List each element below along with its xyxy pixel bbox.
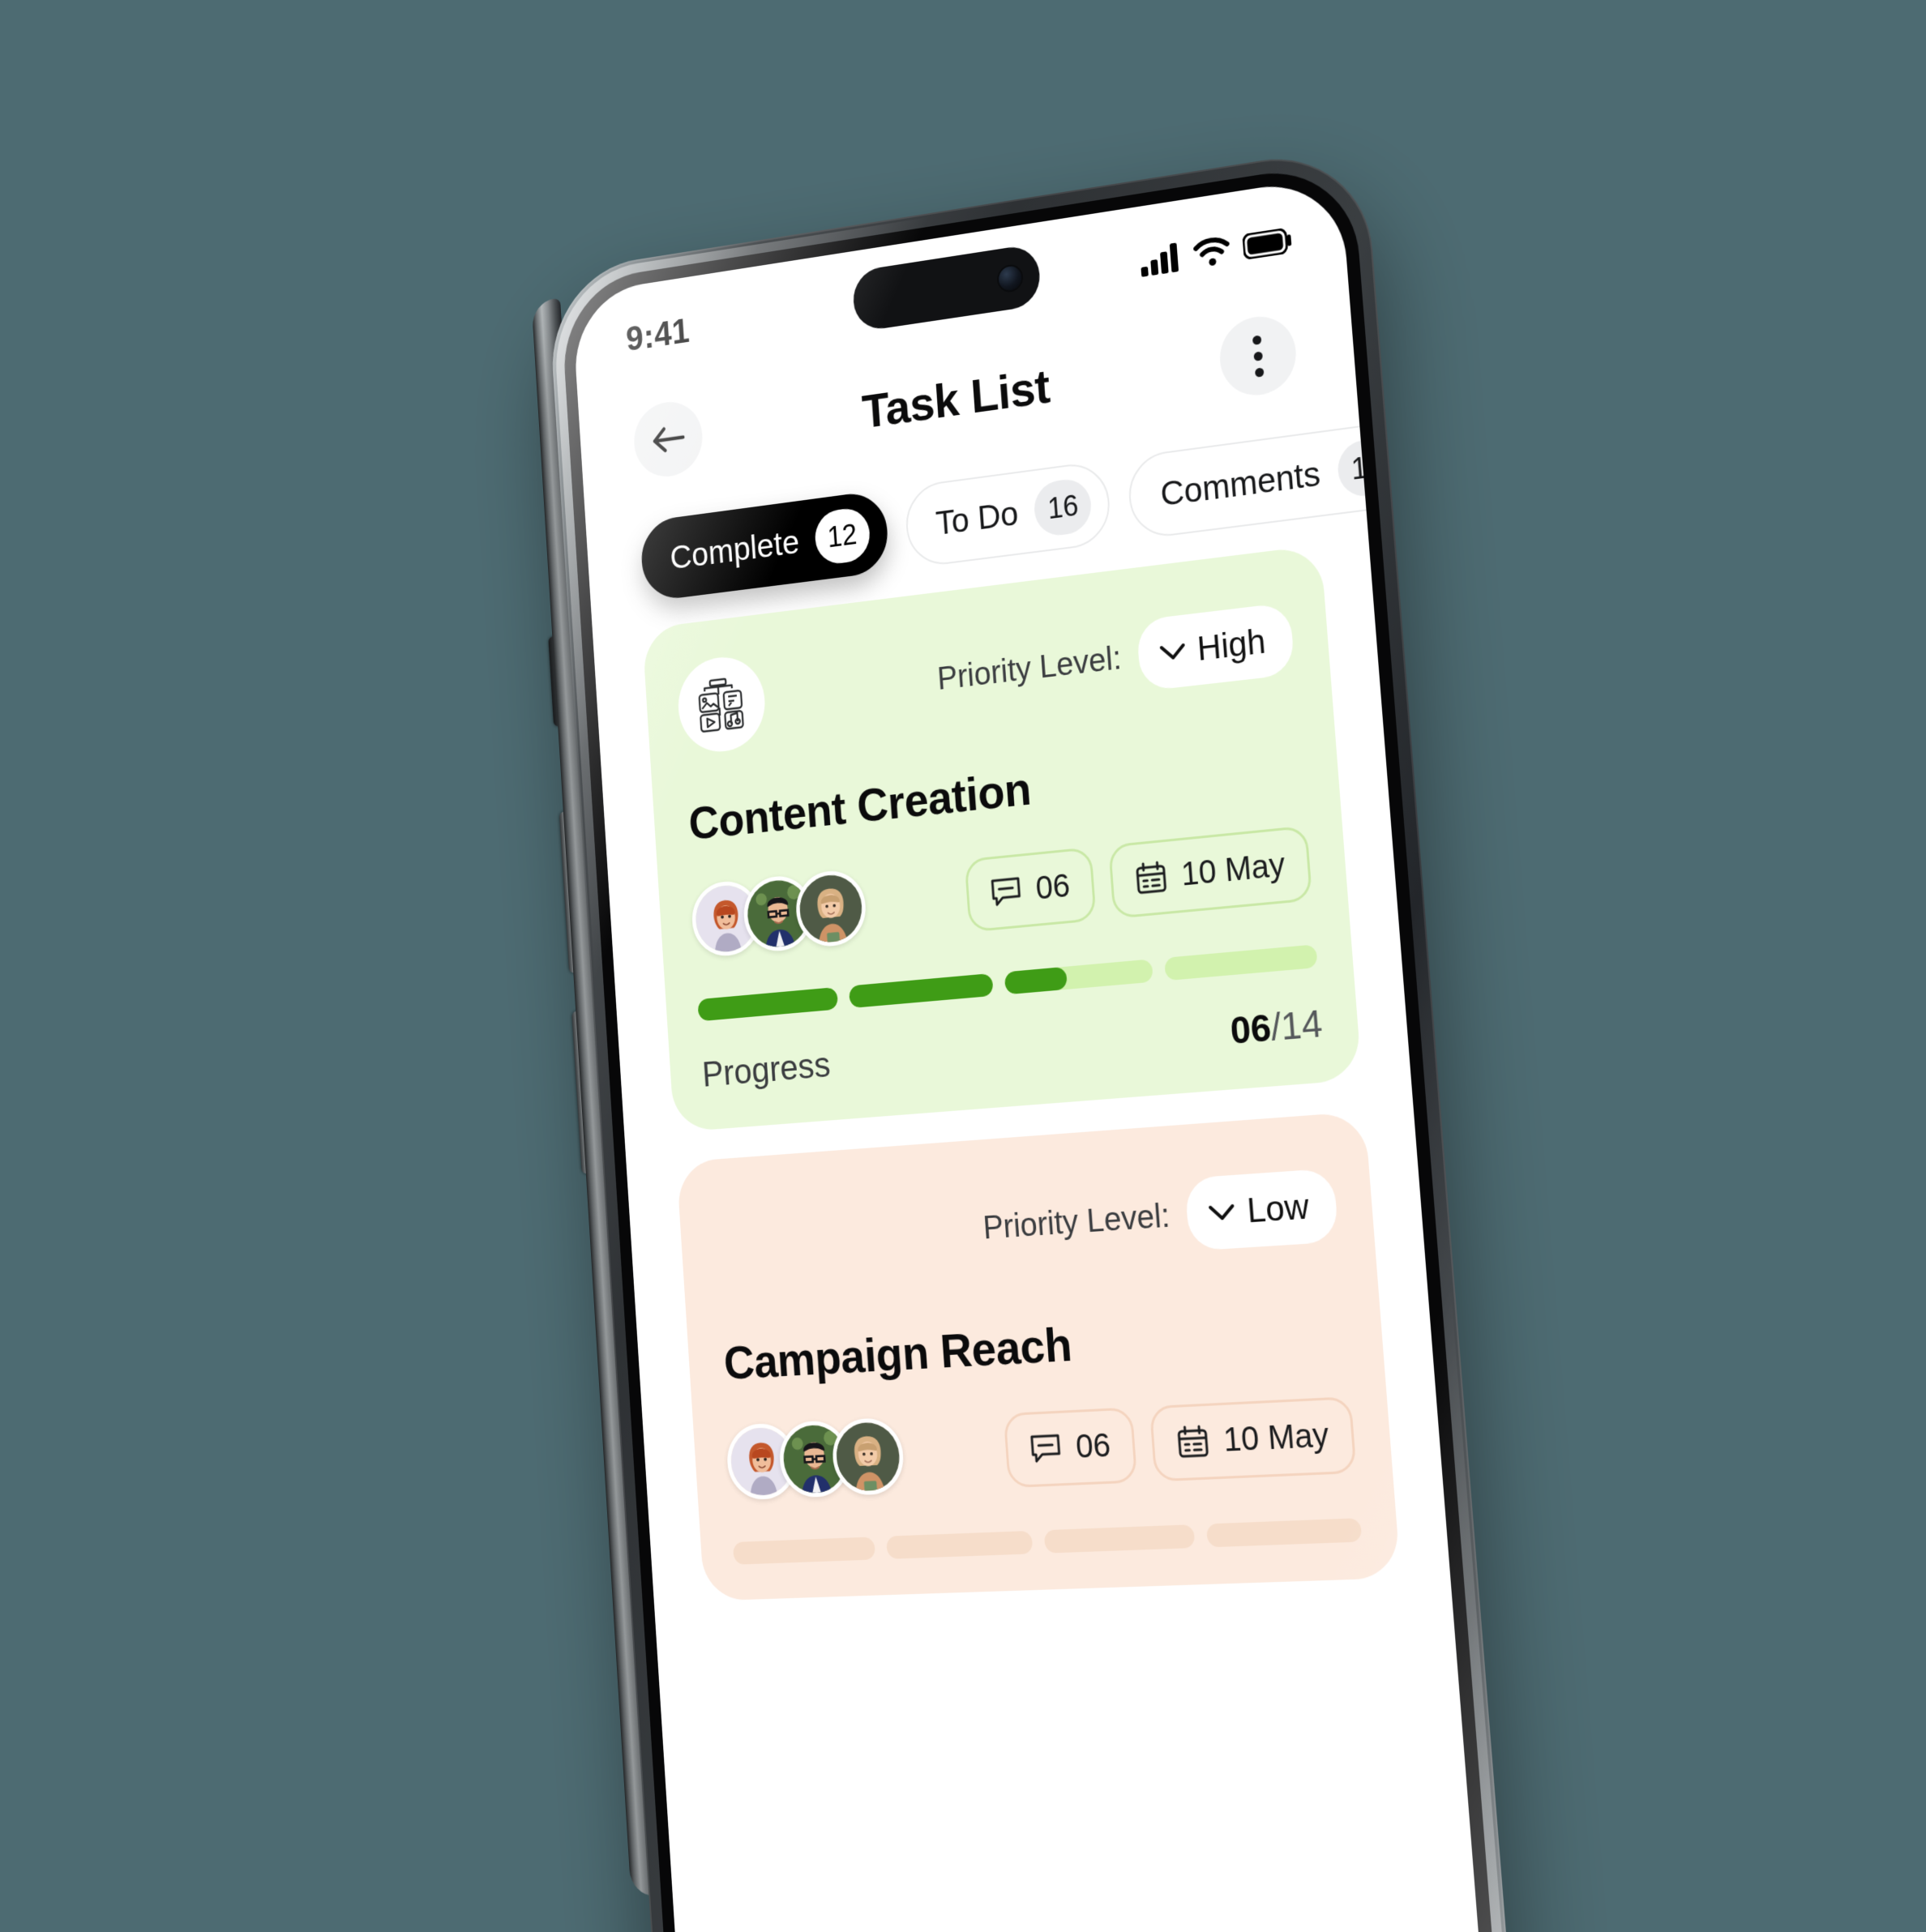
due-date: 10 May <box>1222 1416 1330 1459</box>
phone-screen: 9:41 Task List Complete 12 To Do 16 Comm… <box>571 175 1488 1932</box>
comment-count: 06 <box>1034 867 1072 907</box>
wifi-icon <box>1192 235 1232 267</box>
progress-segments <box>732 1518 1363 1565</box>
comment-count: 06 <box>1074 1426 1112 1465</box>
calendar-icon <box>1133 859 1168 896</box>
filter-chip-count: 12 <box>813 506 871 566</box>
mockup-stage: 9:41 Task List Complete 12 To Do 16 Comm… <box>0 0 1926 1932</box>
cellular-signal-icon <box>1141 242 1179 277</box>
progress-segments <box>697 944 1318 1022</box>
filter-chip-count: 12 <box>1335 435 1400 500</box>
progress-label: Progress <box>700 1045 832 1095</box>
priority-label: Priority Level: <box>982 1197 1171 1246</box>
dynamic-island <box>851 243 1042 333</box>
priority-dropdown[interactable]: Low <box>1184 1168 1339 1251</box>
progress-total: /14 <box>1269 1001 1324 1049</box>
calendar-icon <box>1175 1423 1210 1460</box>
status-icons <box>1140 225 1293 277</box>
progress-segment <box>1205 1518 1363 1548</box>
task-meta-row: 06 10 May <box>690 823 1313 959</box>
progress-segment <box>732 1537 876 1565</box>
progress-segment <box>1004 959 1153 995</box>
progress-segment <box>886 1530 1034 1559</box>
due-date-badge[interactable]: 10 May <box>1149 1396 1357 1481</box>
front-camera-icon <box>998 264 1023 293</box>
comment-icon <box>989 874 1023 910</box>
status-time: 9:41 <box>624 311 691 359</box>
task-meta-row: 06 10 May <box>725 1395 1357 1501</box>
avatar <box>830 1417 906 1497</box>
more-options-button[interactable] <box>1217 311 1299 400</box>
priority-dropdown[interactable]: High <box>1136 602 1295 692</box>
progress-segment <box>697 986 839 1022</box>
task-card-header: Priority Level: High <box>675 587 1296 759</box>
arrow-left-icon <box>649 421 687 457</box>
task-title: Campaign Reach <box>722 1318 1074 1390</box>
priority-value: High <box>1196 622 1267 669</box>
progress-done: 06 <box>1228 1006 1273 1053</box>
progress-segment <box>1164 944 1318 981</box>
chevron-down-icon <box>1207 1201 1237 1225</box>
task-card-header: Priority Level: Low <box>710 1152 1340 1296</box>
task-badges: 06 10 May <box>1003 1396 1357 1488</box>
phone-bezel: 9:41 Task List Complete 12 To Do 16 Comm… <box>559 160 1503 1932</box>
progress-segment <box>848 972 994 1009</box>
task-title: Content Creation <box>687 762 1033 850</box>
progress-row: Progress 06/14 <box>701 1001 1324 1096</box>
assignee-avatars[interactable] <box>690 868 868 959</box>
more-vertical-icon <box>1252 335 1264 378</box>
due-date: 10 May <box>1179 846 1286 893</box>
phone-device: 9:41 Task List Complete 12 To Do 16 Comm… <box>531 144 1518 1932</box>
task-category-badge <box>675 652 768 756</box>
comment-badge[interactable]: 06 <box>964 846 1097 933</box>
due-date-badge[interactable]: 10 May <box>1107 824 1313 919</box>
priority-value: Low <box>1245 1186 1311 1230</box>
progress-segment <box>1043 1524 1196 1554</box>
battery-icon <box>1242 227 1293 260</box>
phone-frame: 9:41 Task List Complete 12 To Do 16 Comm… <box>546 144 1518 1932</box>
avatar-image <box>834 1421 902 1493</box>
filter-chip-label: Complete <box>669 523 801 577</box>
back-button[interactable] <box>631 397 705 481</box>
filter-chip-comments[interactable]: Comments 12 <box>1126 418 1420 541</box>
task-card[interactable]: Priority Level: Low Campaign Reach 06 10… <box>676 1111 1402 1601</box>
priority-label: Priority Level: <box>935 639 1123 697</box>
assignee-avatars[interactable] <box>725 1417 906 1501</box>
avatar <box>794 868 868 950</box>
comment-icon <box>1029 1430 1064 1466</box>
avatar-image <box>798 872 864 945</box>
priority-control: Priority Level: Low <box>981 1168 1339 1263</box>
task-card[interactable]: Priority Level: High Content Creation 06… <box>641 545 1363 1133</box>
task-badges: 06 10 May <box>964 824 1313 933</box>
comment-badge[interactable]: 06 <box>1003 1406 1138 1488</box>
priority-control: Priority Level: High <box>935 602 1295 714</box>
filter-chip-label: Comments <box>1158 454 1322 514</box>
filter-chip-count: 16 <box>1033 476 1094 538</box>
chevron-down-icon <box>1158 640 1188 665</box>
task-card-list: Priority Level: High Content Creation 06… <box>591 511 1450 1602</box>
progress-value: 06/14 <box>1229 1001 1324 1053</box>
filter-chip-label: To Do <box>934 494 1020 542</box>
media-content-icon <box>694 673 749 736</box>
